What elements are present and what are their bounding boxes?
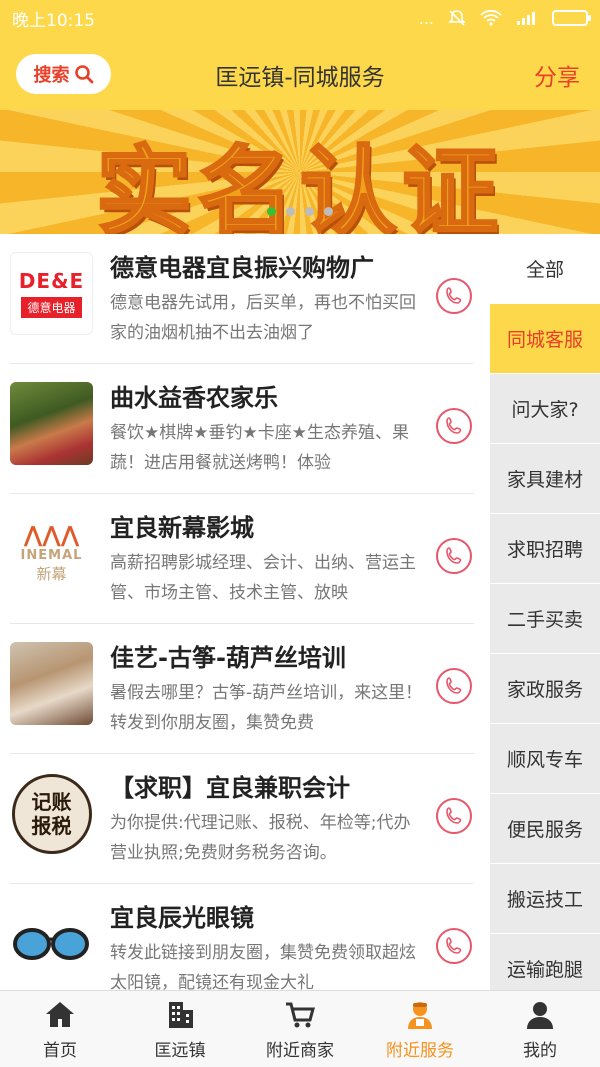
status-time: 晚上10:15: [12, 10, 95, 31]
category-all[interactable]: 全部: [490, 234, 600, 304]
phone-icon: [446, 937, 462, 954]
call-button[interactable]: [436, 798, 472, 834]
bottom-nav: 首页 匡远镇 附近商家 附近服务 我的: [0, 990, 600, 1067]
list-item[interactable]: DE&E 德意电器 德意电器宜良振兴购物广 德意电器先试用，后买单，再也不怕买回…: [10, 234, 474, 364]
phone-icon: [446, 807, 462, 824]
item-title: 曲水益香农家乐: [110, 384, 278, 412]
building-icon: [169, 1001, 193, 1028]
status-dots: ...: [418, 8, 434, 28]
category-convenience[interactable]: 便民服务: [490, 794, 600, 864]
call-button[interactable]: [436, 278, 472, 314]
list-item[interactable]: 曲水益香农家乐 餐饮★棋牌★垂钓★卡座★生态养殖、果蔬！进店用餐就送烤鸭！体验: [10, 364, 474, 494]
carousel-dot[interactable]: [324, 207, 333, 216]
item-desc: 暑假去哪里？古筝-葫芦丝培训，来这里！转发到你朋友圈，集赞免费: [110, 683, 423, 733]
cinema-logo: ⋀⋀⋀ INEMAL 新幕: [10, 512, 93, 595]
app-header: 搜索 匡远镇-同城服务 分享: [0, 36, 600, 110]
cinema-logo-mark: ⋀⋀⋀: [23, 523, 80, 548]
banner-carousel[interactable]: 实名认证: [0, 110, 600, 234]
category-moving[interactable]: 搬运技工: [490, 864, 600, 934]
category-second-hand[interactable]: 二手买卖: [490, 584, 600, 654]
item-title: 宜良辰光眼镜: [110, 904, 254, 932]
service-list: DE&E 德意电器 德意电器宜良振兴购物广 德意电器先试用，后买单，再也不怕买回…: [0, 234, 490, 990]
nav-home[interactable]: 首页: [0, 991, 120, 1067]
carousel-dot[interactable]: [286, 207, 295, 216]
carousel-dots: [0, 207, 600, 216]
item-title: 德意电器宜良振兴购物广: [110, 254, 374, 282]
category-housekeeping[interactable]: 家政服务: [490, 654, 600, 724]
list-item[interactable]: ⋀⋀⋀ INEMAL 新幕 宜良新幕影城 高薪招聘影城经理、会计、出纳、营运主管…: [10, 494, 474, 624]
category-furniture[interactable]: 家具建材: [490, 444, 600, 514]
nav-services[interactable]: 附近服务: [360, 991, 480, 1067]
category-ask[interactable]: 问大家?: [490, 374, 600, 444]
nav-me[interactable]: 我的: [480, 991, 600, 1067]
share-button[interactable]: 分享: [534, 58, 580, 92]
user-icon: [527, 1001, 553, 1029]
banner-text: 实名认证: [95, 134, 504, 235]
music-class-photo: [10, 642, 93, 725]
item-desc: 为你提供:代理记账、报税、年检等;代办营业执照;免费财务税务咨询。: [110, 813, 411, 863]
phone-icon: [446, 547, 462, 564]
accounting-seal: 记账 报税: [11, 773, 92, 854]
list-item[interactable]: 佳艺-古筝-葫芦丝培训 暑假去哪里？古筝-葫芦丝培训，来这里！转发到你朋友圈，集…: [10, 624, 474, 754]
call-button[interactable]: [436, 538, 472, 574]
status-icons: ...: [418, 8, 591, 28]
category-local-service[interactable]: 同城客服: [490, 304, 600, 374]
dee-logo: DE&E 德意电器: [10, 252, 93, 335]
sunglasses-photo: [10, 902, 93, 985]
carousel-dot[interactable]: [267, 207, 276, 216]
item-title: 【求职】宜良兼职会计: [110, 774, 350, 802]
call-button[interactable]: [436, 668, 472, 704]
farm-photo: [10, 382, 93, 465]
signal-icon: [517, 12, 535, 25]
call-button[interactable]: [436, 408, 472, 444]
home-icon: [46, 1001, 74, 1027]
nav-town[interactable]: 匡远镇: [120, 991, 240, 1067]
item-title: 宜良新幕影城: [110, 514, 254, 542]
phone-icon: [446, 677, 462, 694]
call-button[interactable]: [436, 928, 472, 964]
item-desc: 餐饮★棋牌★垂钓★卡座★生态养殖、果蔬！进店用餐就送烤鸭！体验: [110, 423, 409, 473]
item-title: 佳艺-古筝-葫芦丝培训: [110, 644, 346, 672]
cart-icon: [286, 1002, 315, 1027]
service-person-icon: [408, 1001, 432, 1029]
phone-icon: [446, 417, 462, 434]
category-jobs[interactable]: 求职招聘: [490, 514, 600, 584]
page-title: 匡远镇-同城服务: [215, 65, 385, 91]
category-sidebar: 全部 同城客服 问大家? 家具建材 求职招聘 二手买卖 家政服务 顺风专车 便民…: [490, 234, 600, 1004]
item-desc: 德意电器先试用，后买单，再也不怕买回家的油烟机抽不出去油烟了: [110, 293, 416, 343]
list-item[interactable]: 记账 报税 【求职】宜良兼职会计 为你提供:代理记账、报税、年检等;代办营业执照…: [10, 754, 474, 884]
battery-icon: [552, 10, 591, 26]
sunglasses-icon: [12, 927, 89, 960]
category-rideshare[interactable]: 顺风专车: [490, 724, 600, 794]
nav-shops[interactable]: 附近商家: [240, 991, 360, 1067]
accounting-logo: 记账 报税: [10, 772, 93, 855]
carousel-dot[interactable]: [305, 207, 314, 216]
status-bar: 晚上10:15 ...: [0, 0, 600, 36]
item-desc: 高薪招聘影城经理、会计、出纳、营运主管、市场主管、技术主管、放映: [110, 553, 416, 603]
phone-icon: [446, 287, 462, 304]
wifi-icon: [480, 10, 502, 26]
list-item[interactable]: 宜良辰光眼镜 转发此链接到朋友圈，集赞免费领取超炫太阳镜，配镜还有现金大礼: [10, 884, 474, 990]
item-desc: 转发此链接到朋友圈，集赞免费领取超炫太阳镜，配镜还有现金大礼: [110, 943, 416, 990]
mute-icon: [448, 10, 466, 26]
